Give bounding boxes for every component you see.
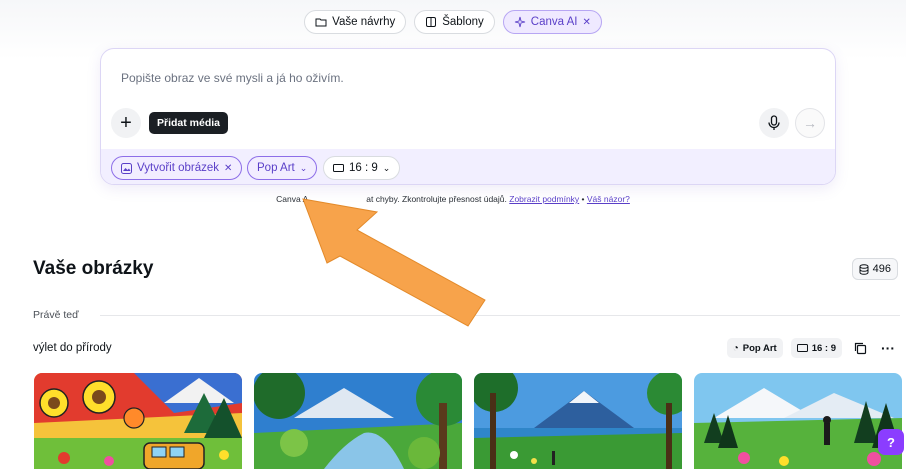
add-media-button[interactable]: + — [111, 108, 141, 138]
tab-templates[interactable]: Šablony — [414, 10, 495, 34]
copy-icon — [854, 342, 866, 354]
ai-disclaimer: Canva A at chyby. Zkontrolujte přesnost ú… — [0, 194, 906, 204]
generated-image-4[interactable] — [694, 373, 902, 469]
style-label: Pop Art — [257, 162, 295, 174]
sparkle-icon — [514, 16, 525, 28]
mountain-lake-image — [474, 373, 682, 469]
chevron-down-icon: ⌄ — [382, 162, 391, 173]
close-icon[interactable]: ✕ — [224, 163, 232, 174]
microphone-button[interactable] — [759, 108, 789, 138]
section-title: Vaše obrázky — [33, 258, 154, 279]
disclaimer-separator: • — [579, 194, 587, 204]
disclaimer-text: at chyby. Zkontrolujte přesnost údajů. — [366, 194, 510, 204]
folder-icon — [315, 18, 327, 27]
feedback-link[interactable]: Váš názor? — [587, 194, 630, 204]
microphone-icon — [768, 115, 780, 130]
tab-your-designs-label: Vaše návrhy — [332, 16, 396, 28]
tab-templates-label: Šablony — [442, 16, 484, 28]
create-image-chip[interactable]: Vytvořit obrázek ✕ — [111, 156, 243, 180]
generation-title: výlet do přírody — [33, 342, 112, 354]
generated-image-3[interactable] — [474, 373, 682, 469]
chevron-down-icon: ⌄ — [299, 162, 308, 173]
prompt-box: Popište obraz ve své mysli a já ho oživí… — [100, 48, 836, 185]
create-image-label: Vytvořit obrázek — [137, 162, 220, 174]
pop-art-flowers-van-image — [34, 373, 242, 469]
divider — [100, 315, 900, 316]
top-tabs: Vaše návrhy Šablony Canva AI ✕ — [0, 10, 906, 34]
copy-button[interactable] — [850, 338, 870, 358]
ratio-tag: 16 : 9 — [790, 338, 842, 358]
tab-canva-ai-label: Canva AI — [530, 16, 578, 28]
plus-icon: + — [120, 111, 132, 134]
aspect-ratio-icon — [796, 344, 808, 352]
database-icon — [859, 263, 869, 275]
timestamp-label: Právě teď — [33, 309, 79, 321]
credits-badge[interactable]: 496 — [851, 258, 898, 280]
image-icon — [121, 162, 132, 174]
arrow-right-icon: → — [803, 115, 817, 131]
generation-toolbar: ◔ Pop Art 16 : 9 ··· — [726, 338, 898, 358]
aspect-ratio-icon — [333, 164, 344, 172]
aspect-ratio-label: 16 : 9 — [349, 162, 378, 174]
tab-your-designs[interactable]: Vaše návrhy — [304, 10, 407, 34]
close-icon[interactable]: ✕ — [582, 17, 590, 28]
style-tag: ◔ Pop Art — [726, 338, 783, 358]
more-options-button[interactable]: ··· — [878, 338, 898, 358]
terms-link[interactable]: Zobrazit podmínky — [509, 194, 579, 204]
prompt-input[interactable]: Popište obraz ve své mysli a já ho oživí… — [121, 71, 344, 85]
send-button[interactable]: → — [795, 108, 825, 138]
aspect-ratio-dropdown[interactable]: 16 : 9 ⌄ — [323, 156, 401, 180]
palette-icon: ◔ — [732, 342, 739, 354]
tab-canva-ai[interactable]: Canva AI ✕ — [502, 10, 602, 34]
style-dropdown[interactable]: Pop Art ⌄ — [247, 156, 318, 180]
generated-image-2[interactable] — [254, 373, 462, 469]
credits-count: 496 — [872, 263, 891, 275]
disclaimer-text-start: Canva A — [276, 194, 309, 204]
template-icon — [426, 17, 437, 27]
generated-image-1[interactable] — [34, 373, 242, 469]
prompt-options-bar: Vytvořit obrázek ✕ Pop Art ⌄ 16 : 9 ⌄ — [101, 149, 835, 184]
ratio-tag-label: 16 : 9 — [811, 342, 836, 354]
hiker-mountain-image — [694, 373, 902, 469]
add-media-tooltip: Přidat média — [149, 112, 229, 134]
style-tag-label: Pop Art — [742, 342, 777, 354]
help-button[interactable]: ? — [878, 429, 904, 455]
forest-river-image — [254, 373, 462, 469]
canva-ai-page: Vaše návrhy Šablony Canva AI ✕ Popište o… — [0, 0, 906, 469]
